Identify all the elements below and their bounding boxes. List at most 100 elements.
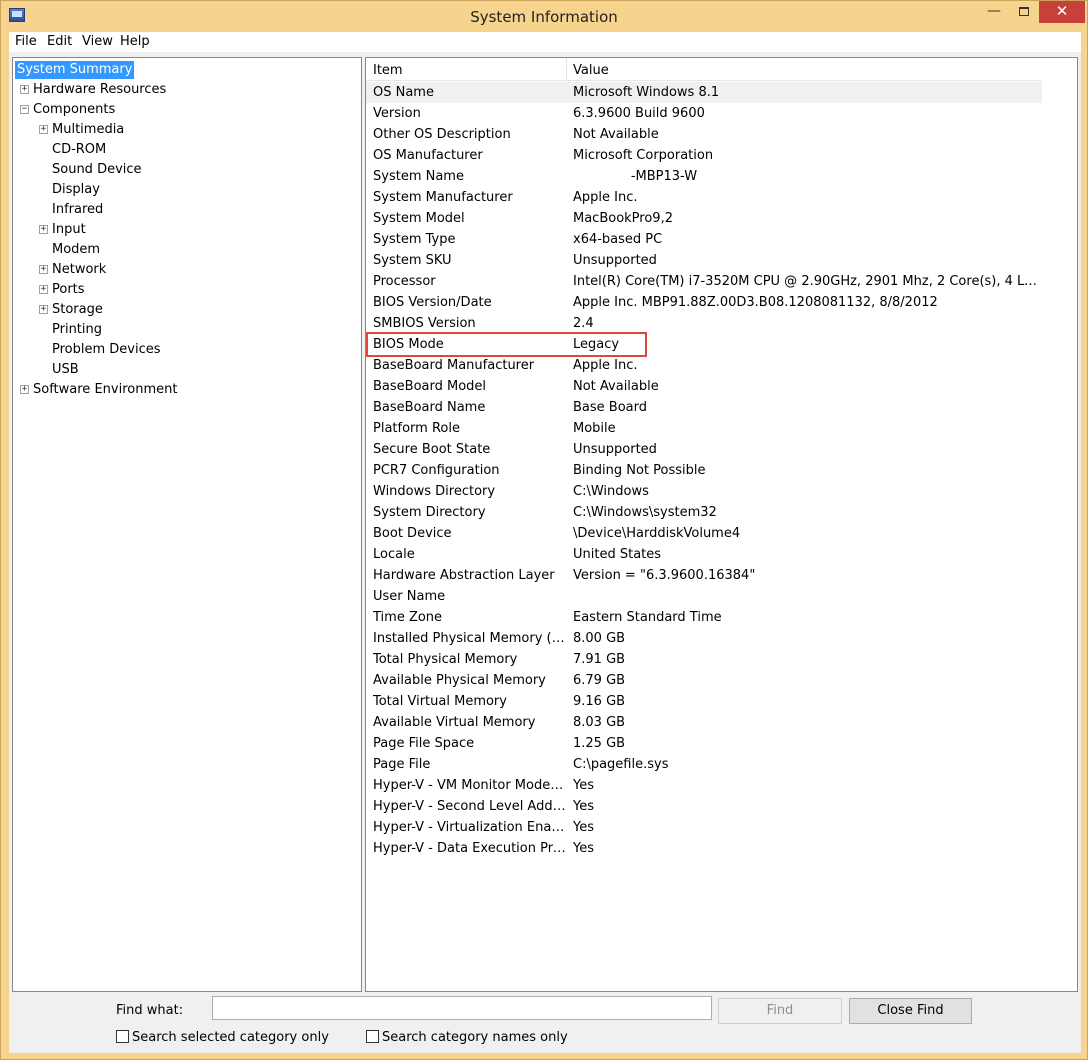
table-row[interactable]: System Directory C:\Windows\system32 xyxy=(366,502,1042,523)
cell-item: Available Physical Memory xyxy=(373,673,546,688)
expand-icon[interactable]: + xyxy=(39,125,48,134)
table-row[interactable]: System SKU Unsupported xyxy=(366,250,1042,271)
menu-help[interactable]: Help xyxy=(120,34,150,49)
search-category-names-checkbox[interactable]: Search category names only xyxy=(366,1030,568,1046)
table-row[interactable]: Other OS Description Not Available xyxy=(366,124,1042,145)
cell-item: Windows Directory xyxy=(373,484,496,499)
minimize-button[interactable]: — xyxy=(979,1,1009,23)
table-row[interactable]: OS Name Microsoft Windows 8.1 xyxy=(366,82,1042,103)
cell-value: Apple Inc. MBP91.88Z.00D3.B08.1208081132… xyxy=(573,295,938,310)
table-row[interactable]: Total Physical Memory 7.91 GB xyxy=(366,649,1042,670)
table-row[interactable]: BaseBoard Name Base Board xyxy=(366,397,1042,418)
table-row[interactable]: PCR7 Configuration Binding Not Possible xyxy=(366,460,1042,481)
menu-edit[interactable]: Edit xyxy=(47,34,72,49)
close-find-button[interactable]: Close Find xyxy=(849,998,972,1024)
table-row[interactable]: Processor Intel(R) Core(TM) i7-3520M CPU … xyxy=(366,271,1042,292)
table-row[interactable]: Hyper-V - Data Execution Prote... Yes xyxy=(366,838,1042,859)
table-row[interactable]: Total Virtual Memory 9.16 GB xyxy=(366,691,1042,712)
checkbox-box[interactable] xyxy=(366,1030,379,1043)
table-row[interactable]: BIOS Mode Legacy xyxy=(366,334,1042,355)
cell-value: Apple Inc. xyxy=(573,358,638,373)
tree-node-label: Software Environment xyxy=(33,382,178,397)
find-what-input[interactable] xyxy=(212,996,712,1020)
find-button[interactable]: Find xyxy=(718,998,842,1024)
tree-node-label: Components xyxy=(33,102,116,117)
collapse-icon[interactable]: − xyxy=(20,105,29,114)
cell-item: Other OS Description xyxy=(373,127,511,142)
cell-value: 1.25 GB xyxy=(573,736,626,751)
expand-icon[interactable]: + xyxy=(20,85,29,94)
table-row[interactable]: Time Zone Eastern Standard Time xyxy=(366,607,1042,628)
table-row[interactable]: Hyper-V - Virtualization Enable... Yes xyxy=(366,817,1042,838)
expand-icon[interactable]: + xyxy=(39,225,48,234)
cell-value: x64-based PC xyxy=(573,232,663,247)
cell-item: Installed Physical Memory (RAM) xyxy=(373,631,567,646)
expand-icon[interactable]: + xyxy=(39,305,48,314)
cell-item: Hyper-V - Virtualization Enable... xyxy=(373,820,567,835)
table-row[interactable]: BaseBoard Model Not Available xyxy=(366,376,1042,397)
cell-value: C:\Windows\system32 xyxy=(573,505,717,520)
menu-file[interactable]: File xyxy=(15,34,37,49)
cell-value: 8.03 GB xyxy=(573,715,626,730)
expand-icon[interactable]: + xyxy=(39,285,48,294)
cell-item: Hyper-V - Second Level Addres... xyxy=(373,799,567,814)
find-bar: Find what: Find Close Find Search select… xyxy=(9,994,1081,1053)
cell-value: 6.3.9600 Build 9600 xyxy=(573,106,705,121)
cell-value: -MBP13-W xyxy=(573,169,698,184)
table-row[interactable]: System Manufacturer Apple Inc. xyxy=(366,187,1042,208)
table-row[interactable]: Version 6.3.9600 Build 9600 xyxy=(366,103,1042,124)
table-row[interactable]: Hardware Abstraction Layer Version = "6.3… xyxy=(366,565,1042,586)
column-header-item[interactable]: Item xyxy=(373,63,403,78)
table-row[interactable]: System Model MacBookPro9,2 xyxy=(366,208,1042,229)
table-row[interactable]: System Name -MBP13-W xyxy=(366,166,1042,187)
cell-item: Processor xyxy=(373,274,436,289)
cell-item: System Model xyxy=(373,211,465,226)
table-row[interactable]: Installed Physical Memory (RAM) 8.00 GB xyxy=(366,628,1042,649)
tree-node-label: Ports xyxy=(52,282,85,297)
table-row[interactable]: OS Manufacturer Microsoft Corporation xyxy=(366,145,1042,166)
table-row[interactable]: Page File Space 1.25 GB xyxy=(366,733,1042,754)
table-row[interactable]: BIOS Version/Date Apple Inc. MBP91.88Z.00… xyxy=(366,292,1042,313)
details-list[interactable]: Item Value OS Name Microsoft Windows 8.1 V… xyxy=(365,57,1078,992)
table-row[interactable]: Hyper-V - Second Level Addres... Yes xyxy=(366,796,1042,817)
close-window-button[interactable]: ✕ xyxy=(1039,1,1085,23)
table-row[interactable]: User Name xyxy=(366,586,1042,607)
table-row[interactable]: Hyper-V - VM Monitor Mode E... Yes xyxy=(366,775,1042,796)
maximize-button[interactable] xyxy=(1009,1,1039,23)
menu-view[interactable]: View xyxy=(82,34,113,49)
table-row[interactable]: Boot Device \Device\HarddiskVolume4 xyxy=(366,523,1042,544)
table-row[interactable]: Platform Role Mobile xyxy=(366,418,1042,439)
cell-value: Microsoft Windows 8.1 xyxy=(573,85,720,100)
cell-item: BIOS Mode xyxy=(373,337,444,352)
category-tree[interactable]: System Summary + Hardware Resources − Compon… xyxy=(12,57,362,992)
table-row[interactable]: Windows Directory C:\Windows xyxy=(366,481,1042,502)
cell-value: \Device\HarddiskVolume4 xyxy=(573,526,741,541)
cell-item: Page File xyxy=(373,757,431,772)
table-row[interactable]: Secure Boot State Unsupported xyxy=(366,439,1042,460)
expand-icon[interactable]: + xyxy=(39,265,48,274)
table-row[interactable]: Locale United States xyxy=(366,544,1042,565)
table-row[interactable]: Available Physical Memory 6.79 GB xyxy=(366,670,1042,691)
system-information-window: System Information — ✕ File Edit View He… xyxy=(0,0,1088,1060)
table-row[interactable]: Page File C:\pagefile.sys xyxy=(366,754,1042,775)
column-header-value[interactable]: Value xyxy=(573,63,609,78)
title-bar[interactable]: System Information — ✕ xyxy=(1,1,1087,32)
checkbox-box[interactable] xyxy=(116,1030,129,1043)
cell-item: Boot Device xyxy=(373,526,452,541)
tree-node-label: USB xyxy=(52,362,79,377)
tree-node-label: Problem Devices xyxy=(52,342,161,357)
expand-icon[interactable]: + xyxy=(20,385,29,394)
list-header: Item Value xyxy=(366,58,1042,81)
cell-value: Yes xyxy=(573,841,594,856)
table-row[interactable]: SMBIOS Version 2.4 xyxy=(366,313,1042,334)
column-separator[interactable] xyxy=(566,58,567,81)
table-row[interactable]: Available Virtual Memory 8.03 GB xyxy=(366,712,1042,733)
table-row[interactable]: System Type x64-based PC xyxy=(366,229,1042,250)
cell-value: 7.91 GB xyxy=(573,652,626,667)
table-row[interactable]: BaseBoard Manufacturer Apple Inc. xyxy=(366,355,1042,376)
cell-value: Microsoft Corporation xyxy=(573,148,714,163)
cell-item: System Name xyxy=(373,169,464,184)
cell-value: 6.79 GB xyxy=(573,673,626,688)
search-selected-category-checkbox[interactable]: Search selected category only xyxy=(116,1030,329,1046)
tree-node-label: Sound Device xyxy=(52,162,142,177)
